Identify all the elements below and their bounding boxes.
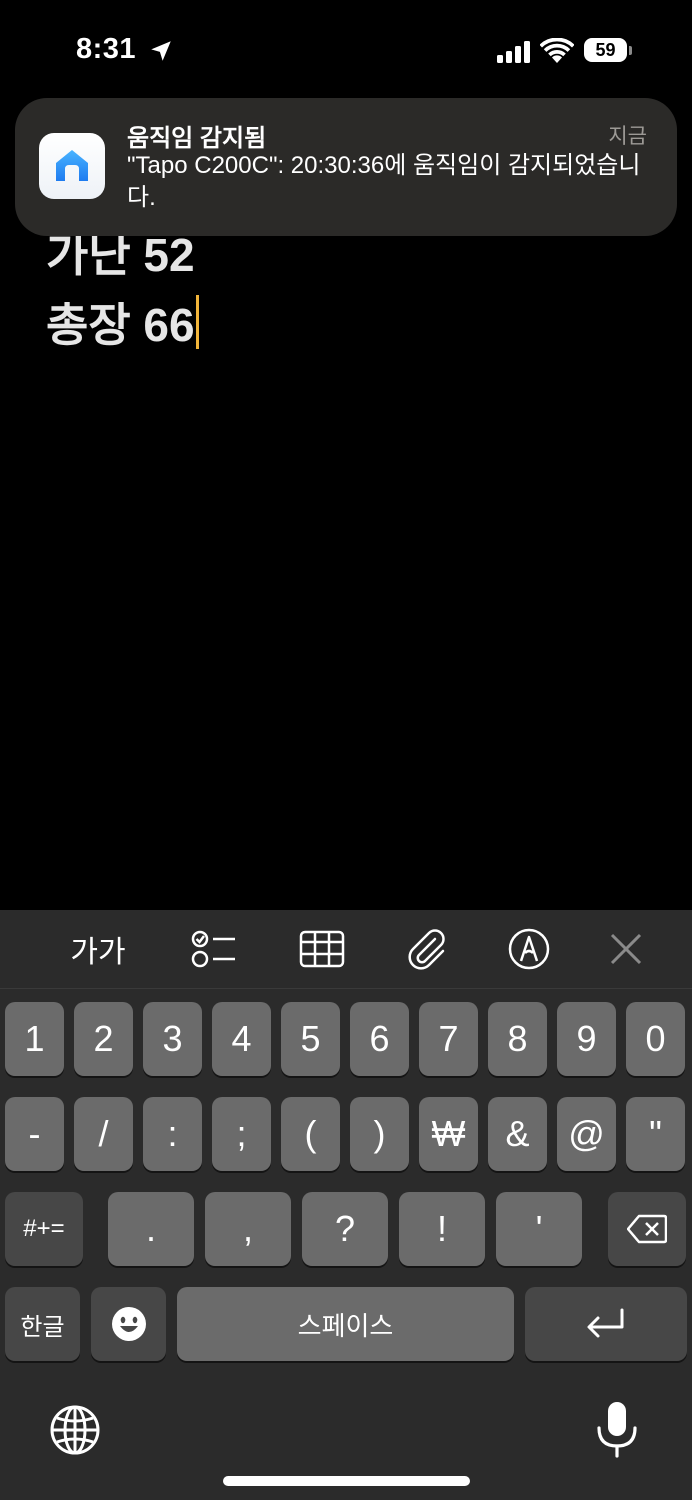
key-2[interactable]: 2 [74,1002,133,1076]
key-ampersand[interactable]: & [488,1097,547,1171]
home-indicator[interactable] [223,1476,470,1486]
note-line[interactable]: 총장 66 [46,290,199,360]
text-cursor [195,295,199,349]
key-apostrophe[interactable]: ' [496,1192,582,1266]
key-quote[interactable]: " [626,1097,685,1171]
return-arrow-icon [587,1308,624,1338]
table-button[interactable] [298,926,346,972]
markup-button[interactable] [506,926,552,972]
key-7[interactable]: 7 [419,1002,478,1076]
key-0[interactable]: 0 [626,1002,685,1076]
note-body[interactable]: 가난 52 총장 66 [46,220,199,360]
key-at[interactable]: @ [557,1097,616,1171]
key-comma[interactable]: , [205,1192,291,1266]
key-colon[interactable]: : [143,1097,202,1171]
return-key[interactable] [525,1287,687,1361]
key-3[interactable]: 3 [143,1002,202,1076]
house-icon [56,150,88,181]
key-period[interactable]: . [108,1192,194,1266]
key-more-symbols[interactable]: #+= [5,1192,83,1266]
location-arrow-icon [151,41,171,61]
key-open-paren[interactable]: ( [281,1097,340,1171]
close-icon [610,933,642,965]
key-exclamation[interactable]: ! [399,1192,485,1266]
attachment-button[interactable] [404,926,450,972]
battery-level: 59 [595,40,616,60]
markup-pen-icon [508,928,550,970]
microphone-icon[interactable] [594,1400,640,1460]
status-time: 8:31 [76,33,137,65]
key-6[interactable]: 6 [350,1002,409,1076]
globe-icon[interactable] [48,1403,102,1457]
notification-banner[interactable]: 움직임 감지됨 지금 "Tapo C200C": 20:30:36에 움직임이 … [15,98,677,236]
key-4[interactable]: 4 [212,1002,271,1076]
notification-body: "Tapo C200C": 20:30:36에 움직임이 감지되었습니다. [127,152,641,211]
language-switch-key[interactable]: 한글 [5,1287,80,1361]
emoji-smiley-icon [111,1307,146,1341]
battery-indicator: 59 [584,38,634,64]
key-hyphen[interactable]: - [5,1097,64,1171]
key-close-paren[interactable]: ) [350,1097,409,1171]
key-slash[interactable]: / [74,1097,133,1171]
key-semicolon[interactable]: ; [212,1097,271,1171]
wifi-icon [540,38,574,63]
key-5[interactable]: 5 [281,1002,340,1076]
key-question[interactable]: ? [302,1192,388,1266]
key-1[interactable]: 1 [5,1002,64,1076]
checklist-icon [191,930,235,968]
checklist-button[interactable] [188,926,238,972]
home-app-icon [39,133,105,199]
delete-button[interactable] [608,1192,686,1266]
notes-toolbar: 가가 [0,910,692,989]
space-key[interactable]: 스페이스 [177,1287,514,1361]
paperclip-icon [408,929,445,970]
key-9[interactable]: 9 [557,1002,616,1076]
cellular-signal-icon [497,41,530,63]
battery-cap [629,46,632,55]
emoji-key[interactable] [91,1287,166,1361]
text-format-button[interactable]: 가가 [66,926,130,972]
key-won[interactable]: ₩ [419,1097,478,1171]
table-icon [299,930,345,968]
close-toolbar-button[interactable] [604,926,648,972]
status-bar: 8:31 59 [0,0,692,100]
key-8[interactable]: 8 [488,1002,547,1076]
notification-time: 지금 [608,125,647,148]
notification-title: 움직임 감지됨 [127,125,267,152]
backspace-icon [627,1214,667,1244]
